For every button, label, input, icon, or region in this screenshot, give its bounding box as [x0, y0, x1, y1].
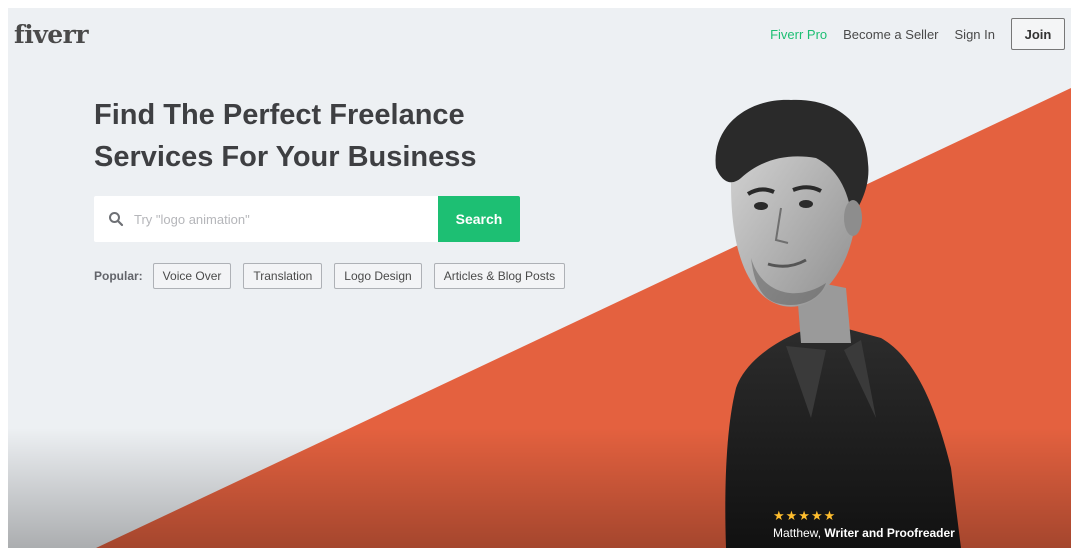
popular-searches: Popular: Voice Over Translation Logo Des… [94, 262, 577, 290]
search-bar: Search [94, 196, 520, 242]
search-icon [109, 212, 124, 227]
hero-headline: Find The Perfect Freelance Services For … [94, 94, 514, 178]
fiverr-pro-link[interactable]: Fiverr Pro [770, 27, 827, 42]
search-button[interactable]: Search [438, 196, 520, 242]
sign-in-link[interactable]: Sign In [955, 27, 995, 42]
hero-section: fiverr Fiverr Pro Become a Seller Sign I… [8, 8, 1071, 548]
featured-seller-text: Matthew, Writer and Proofreader [773, 526, 955, 540]
popular-label: Popular: [94, 269, 143, 283]
rating-stars: ★★★★★ [773, 508, 837, 523]
popular-tag-logo-design[interactable]: Logo Design [334, 263, 422, 289]
fiverr-logo[interactable]: fiverr [14, 20, 89, 49]
search-field[interactable] [94, 196, 438, 242]
become-seller-link[interactable]: Become a Seller [843, 27, 938, 42]
featured-seller-title: Writer and Proofreader [824, 526, 955, 540]
popular-tag-translation[interactable]: Translation [243, 263, 323, 289]
join-button[interactable]: Join [1011, 18, 1065, 50]
headline-line-1: Find The Perfect Freelance [94, 99, 465, 131]
featured-seller-caption: ★★★★★ Matthew, Writer and Proofreader [773, 508, 955, 540]
search-input[interactable] [132, 210, 438, 228]
top-navigation: Fiverr Pro Become a Seller Sign In Join [770, 18, 1065, 50]
headline-line-2: Services For Your Business [94, 141, 477, 173]
popular-tag-voice-over[interactable]: Voice Over [152, 263, 232, 289]
featured-seller-name: Matthew, [773, 526, 822, 540]
popular-tag-articles-blog-posts[interactable]: Articles & Blog Posts [433, 263, 566, 289]
freelancer-portrait [715, 99, 961, 548]
